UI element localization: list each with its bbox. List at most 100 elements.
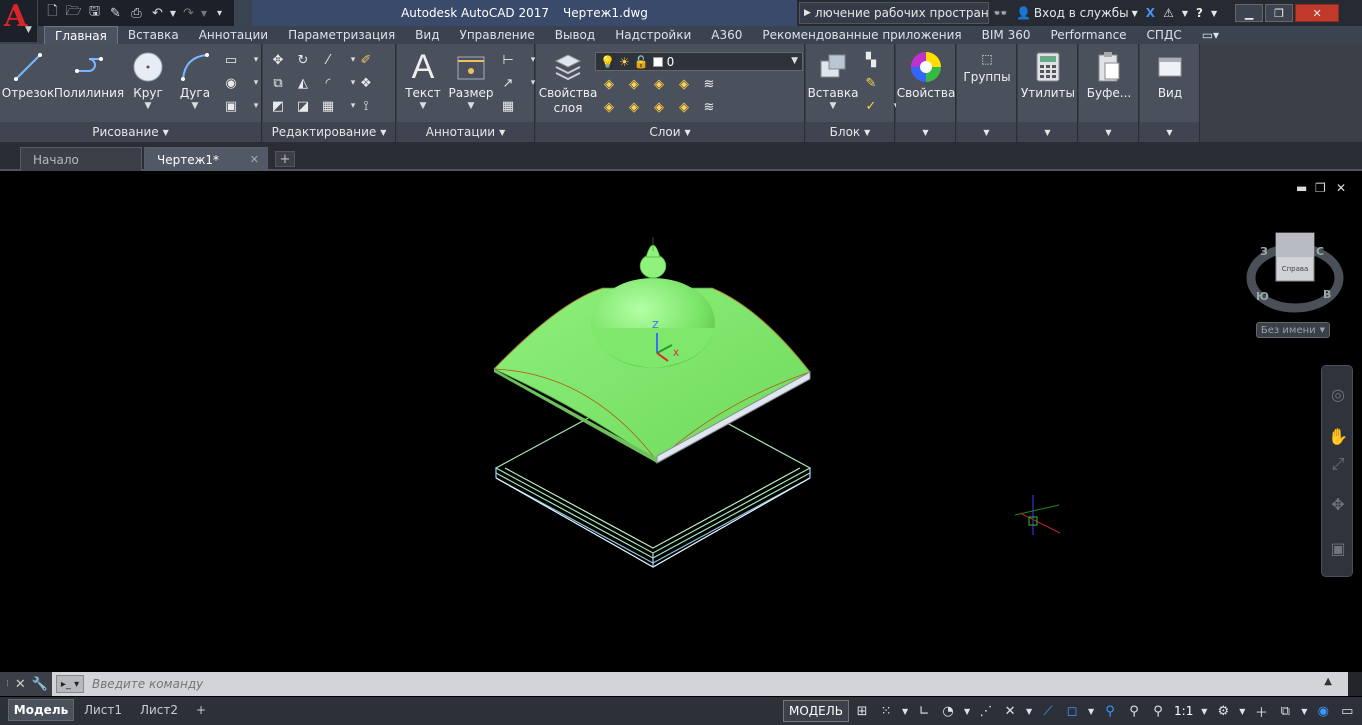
- close-icon[interactable]: ✕: [15, 677, 26, 692]
- layout-tab-model[interactable]: Модель: [8, 699, 74, 721]
- hatch-icon[interactable]: ◉: [220, 73, 242, 93]
- drawing-viewport[interactable]: Z X Справа С З В Ю ▬ ❐ ✕ Без имени ▼ ◎ ✋…: [0, 173, 1362, 670]
- edit-attributes-icon[interactable]: ✓: [860, 96, 882, 116]
- panel-view[interactable]: Вид ▼: [1140, 44, 1200, 142]
- viewport-minimize-icon[interactable]: ▬: [1296, 181, 1307, 195]
- undo-dropdown-icon[interactable]: ▼: [168, 2, 178, 24]
- leader-icon[interactable]: ↗: [497, 73, 519, 93]
- panel-clipboard[interactable]: Буфе... ▼: [1079, 44, 1139, 142]
- tab-manage[interactable]: Управление: [450, 26, 545, 44]
- object-snap-tracking-icon[interactable]: ✕: [999, 700, 1021, 722]
- move-icon[interactable]: ✥: [267, 50, 289, 70]
- start-tab[interactable]: Начало: [20, 147, 142, 171]
- panel-properties[interactable]: Свойства ▼: [896, 44, 956, 142]
- circle-button[interactable]: Круг ▼: [128, 48, 168, 111]
- copy-icon[interactable]: ⧉: [267, 73, 289, 93]
- quick-properties-icon[interactable]: ⧉: [1274, 700, 1296, 722]
- view-expand[interactable]: ▼: [1140, 122, 1199, 142]
- groups-expand[interactable]: ▼: [957, 122, 1016, 142]
- viewcube-face-label[interactable]: Справа: [1276, 262, 1314, 276]
- pan-hand-icon[interactable]: ✋: [1326, 424, 1350, 448]
- tab-output[interactable]: Вывод: [545, 26, 605, 44]
- chevron-down-icon[interactable]: ▼: [145, 101, 152, 111]
- binoculars-icon[interactable]: 👓: [989, 0, 1012, 26]
- linear-dimension-icon[interactable]: ⊢: [497, 50, 519, 70]
- chevron-down-icon[interactable]: ▼: [830, 101, 837, 111]
- layer-make-current-icon[interactable]: ≋: [698, 74, 720, 94]
- model-space-canvas[interactable]: Z X: [0, 173, 1362, 670]
- undo-icon[interactable]: ↶: [147, 2, 168, 24]
- array-icon[interactable]: ▦: [317, 96, 339, 116]
- command-input[interactable]: [92, 677, 1192, 691]
- wrench-icon[interactable]: 🔧: [32, 677, 48, 692]
- autodesk-a360-icon[interactable]: ⚠: [1159, 0, 1178, 26]
- clean-screen-icon[interactable]: ▭: [1336, 700, 1358, 722]
- save-icon[interactable]: 🖫: [84, 2, 105, 24]
- zoom-extents-icon[interactable]: ⤢: [1326, 452, 1350, 476]
- layer-thaw-icon[interactable]: ◈: [648, 97, 670, 117]
- trim-icon[interactable]: ⁄: [317, 50, 339, 70]
- recent-commands-icon[interactable]: ▸_ ▾: [56, 675, 84, 693]
- layer-isolate-icon[interactable]: ◈: [623, 74, 645, 94]
- annotation-scale-value[interactable]: 1:1: [1171, 704, 1196, 718]
- minimize-button[interactable]: ▁: [1235, 4, 1264, 22]
- panel-utilities[interactable]: Утилиты ▼: [1018, 44, 1078, 142]
- add-layout-icon[interactable]: +: [190, 699, 212, 721]
- signin-button[interactable]: 👤 Вход в службы ▼: [1012, 0, 1142, 26]
- chevron-down-icon[interactable]: ▼: [1298, 700, 1310, 722]
- isodraft-icon[interactable]: ⋰: [975, 700, 997, 722]
- steering-wheel-icon[interactable]: ◎: [1326, 382, 1350, 406]
- close-tab-icon[interactable]: ✕: [250, 153, 259, 166]
- close-button[interactable]: ✕: [1295, 4, 1340, 22]
- showmotion-icon[interactable]: ▣: [1326, 536, 1350, 560]
- gear-icon[interactable]: ⚙: [1212, 700, 1234, 722]
- workspace-switch[interactable]: ▶ лючение рабочих пространств: [799, 2, 989, 24]
- clipboard-button[interactable]: Буфе...: [1083, 48, 1135, 101]
- dimension-button[interactable]: Размер ▼: [448, 48, 494, 111]
- utilities-button[interactable]: Утилиты: [1021, 48, 1075, 101]
- tab-performance[interactable]: Performance: [1041, 26, 1137, 44]
- tab-view[interactable]: Вид: [405, 26, 449, 44]
- panel-annotation-title[interactable]: Аннотации ▼: [397, 122, 534, 142]
- tab-home[interactable]: Главная: [44, 26, 118, 44]
- object-snap-icon[interactable]: ⟋: [1037, 700, 1059, 722]
- model-space-button[interactable]: МОДЕЛЬ: [783, 700, 850, 722]
- customize-qat-icon[interactable]: ▾: [209, 2, 230, 24]
- polyline-button[interactable]: Полилиния: [54, 48, 124, 101]
- chevron-down-icon[interactable]: ▼: [1023, 700, 1035, 722]
- chevron-down-icon[interactable]: ▼: [1178, 0, 1192, 26]
- panel-groups[interactable]: ⬚ Группы ▼: [957, 44, 1017, 142]
- tab-addins[interactable]: Надстройки: [605, 26, 701, 44]
- stretch-icon[interactable]: ◩: [267, 96, 289, 116]
- auto-scale-icon[interactable]: ⚲: [1123, 700, 1145, 722]
- help-dropdown-icon[interactable]: ▼: [1207, 0, 1221, 26]
- chevron-down-icon[interactable]: ▼: [961, 700, 973, 722]
- layout-tab-sheet1[interactable]: Лист1: [76, 699, 130, 721]
- properties-expand[interactable]: ▼: [896, 122, 955, 142]
- application-menu-button[interactable]: A ▼: [0, 0, 38, 42]
- 3d-object-snap-icon[interactable]: ◻: [1061, 700, 1083, 722]
- explode-icon[interactable]: ❖: [355, 73, 377, 93]
- groups-button[interactable]: ⬚ Группы: [961, 48, 1013, 85]
- annotation-scale-icon[interactable]: ⚲: [1147, 700, 1169, 722]
- layer-on-icon[interactable]: ◈: [598, 97, 620, 117]
- new-tab-button[interactable]: +: [275, 151, 295, 167]
- erase-icon[interactable]: ✐: [355, 50, 377, 70]
- tab-spds[interactable]: СПДС: [1137, 26, 1192, 44]
- layer-unlock-icon[interactable]: ◈: [673, 97, 695, 117]
- tab-a360[interactable]: A360: [701, 26, 752, 44]
- open-folder-icon[interactable]: 🗁: [63, 2, 84, 24]
- scroll-up-icon[interactable]: ▲: [1324, 676, 1332, 687]
- redo-dropdown-icon[interactable]: ▼: [199, 2, 209, 24]
- named-view-dropdown[interactable]: Без имени ▼: [1256, 322, 1330, 338]
- annotation-visibility-icon[interactable]: ⚲: [1099, 700, 1121, 722]
- chevron-down-icon[interactable]: ▼: [1198, 700, 1210, 722]
- isolate-objects-icon[interactable]: ◉: [1312, 700, 1334, 722]
- table-icon[interactable]: ▦: [497, 96, 519, 116]
- polar-tracking-icon[interactable]: ◔: [937, 700, 959, 722]
- plus-icon[interactable]: ＋: [1250, 700, 1272, 722]
- grid-icon[interactable]: ⊞: [851, 700, 873, 722]
- chevron-down-icon[interactable]: ▼: [468, 101, 475, 111]
- chevron-down-icon[interactable]: ▼: [192, 101, 199, 111]
- fillet-icon[interactable]: ◜: [317, 73, 339, 93]
